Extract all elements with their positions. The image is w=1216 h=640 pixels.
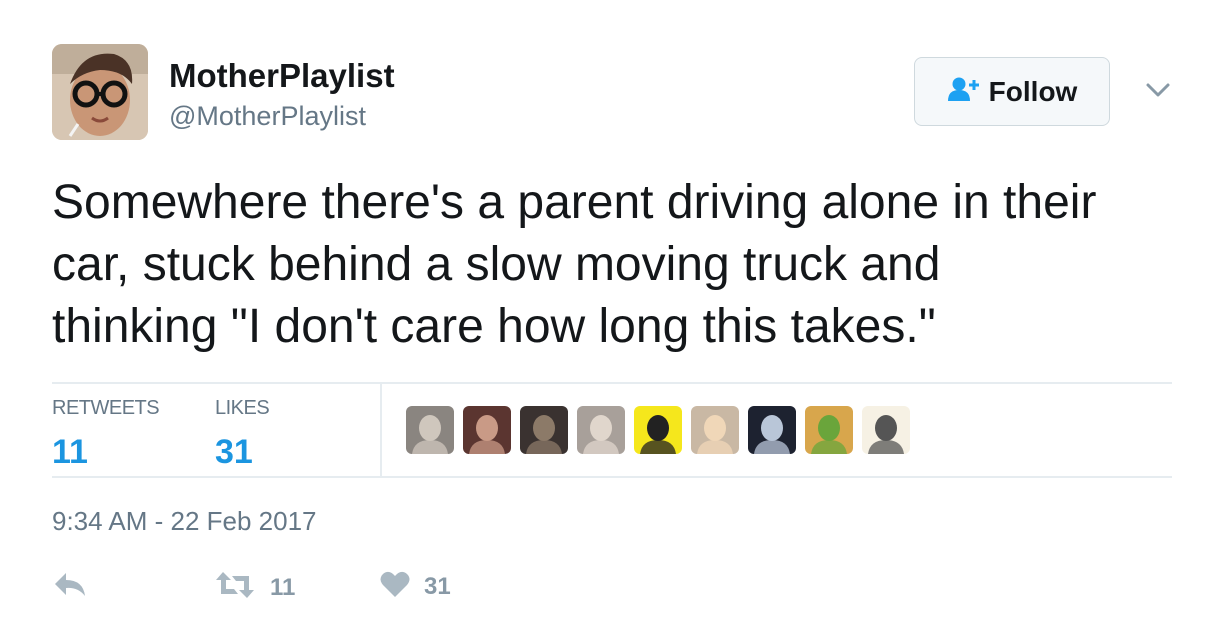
reply-icon [52, 570, 88, 605]
heart-icon [380, 570, 410, 603]
reply-button[interactable] [52, 570, 88, 605]
tweet-text: Somewhere there's a parent driving alone… [52, 172, 1192, 358]
liker-avatar-1[interactable] [406, 406, 454, 454]
chevron-down-icon[interactable] [1145, 80, 1171, 100]
liker-avatar-6[interactable] [691, 406, 739, 454]
retweets-count: 11 [52, 433, 88, 471]
retweets-stat[interactable]: RETWEETS 11 [52, 396, 160, 474]
liker-avatar-3[interactable] [520, 406, 568, 454]
divider [52, 382, 1172, 384]
liker-avatar-5[interactable] [634, 406, 682, 454]
retweet-action-count: 11 [270, 573, 296, 601]
follow-button-label: Follow [988, 75, 1078, 107]
liker-avatar-9[interactable] [862, 406, 910, 454]
retweet-icon [214, 570, 256, 605]
liker-avatar-2[interactable] [463, 406, 511, 454]
tweet-text-line: Somewhere there's a parent driving alone… [52, 176, 1097, 229]
divider [52, 476, 1172, 478]
likes-label: LIKES [215, 397, 270, 419]
liker-avatars [406, 406, 910, 454]
user-avatar[interactable] [52, 44, 148, 140]
user-handle[interactable]: @MotherPlaylist [169, 100, 366, 132]
retweets-label: RETWEETS [52, 397, 160, 419]
follow-button[interactable]: Follow [914, 57, 1110, 126]
like-action-count: 31 [424, 572, 451, 600]
person-plus-icon [947, 76, 979, 107]
likes-stat[interactable]: LIKES 31 [215, 396, 270, 474]
like-button[interactable]: 31 [380, 570, 451, 603]
likes-count: 31 [215, 433, 253, 471]
liker-avatar-8[interactable] [805, 406, 853, 454]
tweet-text-line: car, stuck behind a slow moving truck an… [52, 238, 941, 291]
stats-divider [380, 383, 382, 477]
tweet-text-line: thinking "I don't care how long this tak… [52, 300, 936, 353]
tweet-timestamp[interactable]: 9:34 AM - 22 Feb 2017 [52, 505, 317, 537]
liker-avatar-7[interactable] [748, 406, 796, 454]
liker-avatar-4[interactable] [577, 406, 625, 454]
retweet-button[interactable]: 11 [214, 570, 295, 605]
display-name[interactable]: MotherPlaylist [169, 56, 395, 96]
